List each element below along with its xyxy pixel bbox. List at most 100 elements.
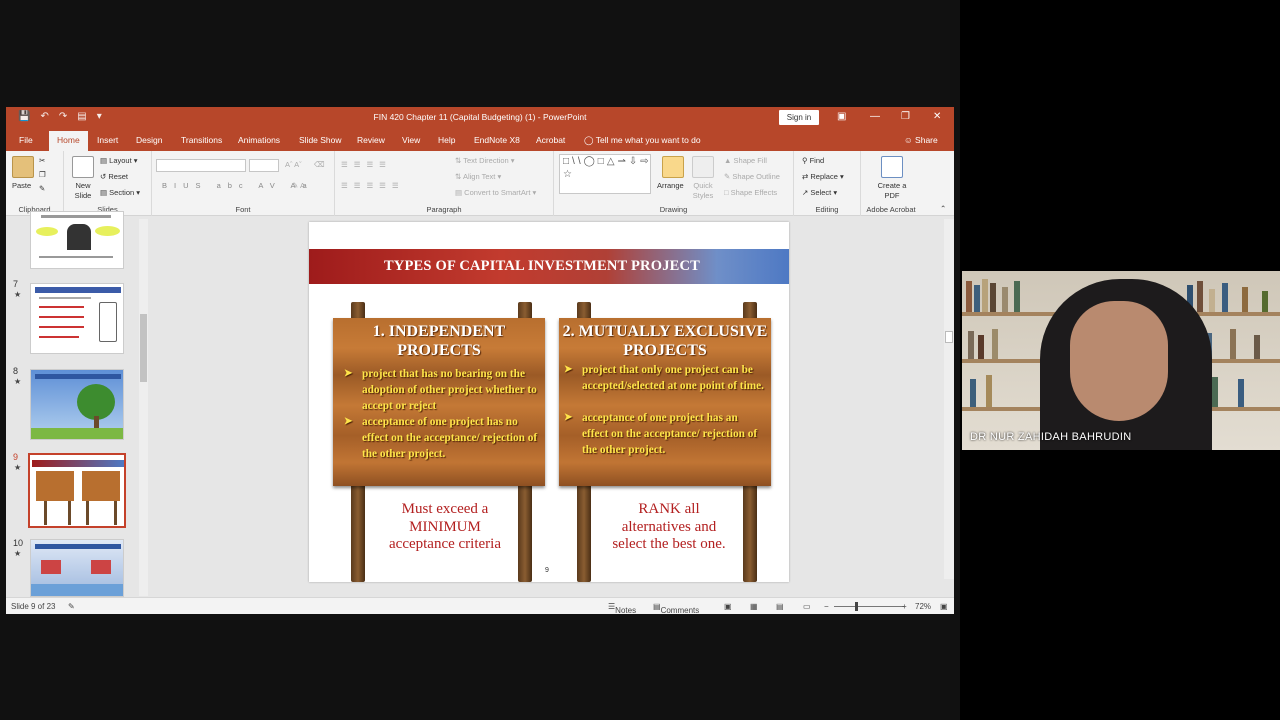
create-pdf-button[interactable]: Create a PDF: [875, 181, 909, 201]
arrange-button[interactable]: Arrange: [657, 181, 684, 190]
font-grow-shrink-icon[interactable]: Aˆ Aˇ: [285, 160, 302, 169]
zoom-slider-thumb[interactable]: [855, 602, 858, 611]
section-button[interactable]: ▤ Section ▾: [100, 188, 140, 197]
shapes-gallery[interactable]: □\\◯□△⇀⇩⇨⟶{}☆: [559, 154, 651, 194]
zoom-slider[interactable]: [834, 606, 904, 607]
text-direction-button[interactable]: ⇅ Text Direction ▾: [455, 156, 515, 165]
share-button[interactable]: ☺ Share: [904, 135, 938, 145]
replace-label: Replace: [810, 172, 838, 181]
quick-styles-icon[interactable]: [692, 156, 714, 178]
close-icon[interactable]: ✕: [933, 111, 941, 122]
tab-view[interactable]: View: [402, 135, 420, 145]
tab-help[interactable]: Help: [438, 135, 455, 145]
slide-page-number: 9: [545, 567, 549, 574]
slide-thumbnail-10[interactable]: [30, 539, 124, 597]
tell-me-search[interactable]: ◯ Tell me what you want to do: [584, 135, 701, 146]
paste-button[interactable]: Paste: [12, 181, 31, 190]
font-name-dropdown[interactable]: [156, 159, 246, 172]
slide-canvas[interactable]: TYPES OF CAPITAL INVESTMENT PROJECT 1. I…: [309, 222, 789, 582]
replace-button[interactable]: ⇄ Replace ▾: [802, 172, 844, 181]
sign-in-button[interactable]: Sign in: [779, 110, 819, 125]
accessibility-icon[interactable]: ✎: [68, 602, 75, 611]
editor-scroll-thumb[interactable]: [945, 331, 953, 343]
editor-scrollbar[interactable]: [944, 219, 954, 579]
collapse-ribbon-icon[interactable]: ⌃: [940, 204, 946, 213]
left-bullet-1[interactable]: ➤ project that has no bearing on the adop…: [344, 366, 540, 414]
comments-button[interactable]: ▤ Comments: [653, 602, 699, 614]
align-buttons[interactable]: ☰☰☰☰☰: [341, 181, 405, 190]
tab-slide-show[interactable]: Slide Show: [299, 135, 342, 145]
create-pdf-icon[interactable]: [881, 156, 903, 178]
mutually-exclusive-heading[interactable]: 2. MUTUALLY EXCLUSIVE PROJECTS: [559, 322, 771, 360]
slide-thumbnail-7[interactable]: [30, 283, 124, 354]
font-color-icon[interactable]: ✎ A: [292, 181, 305, 190]
shape-effects-button[interactable]: □ Shape Effects: [724, 188, 777, 197]
slide-sorter-icon[interactable]: ▦: [750, 602, 758, 611]
notes-button[interactable]: ☰ Notes: [608, 602, 636, 614]
slide-title-banner: TYPES OF CAPITAL INVESTMENT PROJECT: [309, 249, 789, 284]
shape-effects-label: Shape Effects: [730, 188, 778, 197]
slide-show-icon[interactable]: ▭: [803, 602, 811, 611]
reset-label: Reset: [108, 172, 128, 181]
group-acrobat: Create a PDF Adobe Acrobat: [861, 151, 921, 216]
tab-file[interactable]: File: [19, 135, 33, 145]
tab-design[interactable]: Design: [136, 135, 162, 145]
minimize-icon[interactable]: —: [870, 111, 880, 122]
reading-view-icon[interactable]: ▤: [776, 602, 784, 611]
normal-view-icon[interactable]: ▣: [724, 602, 732, 611]
thumbnails-scrollbar[interactable]: [139, 219, 148, 596]
thumbnails-scroll-thumb[interactable]: [140, 314, 147, 382]
slide-thumbnail-6[interactable]: [30, 211, 124, 269]
tab-acrobat[interactable]: Acrobat: [536, 135, 565, 145]
fit-to-window-icon[interactable]: ▣: [940, 602, 948, 611]
group-font: Aˆ Aˇ ⌫ BIUS abc AV Aa ✎ A Font: [152, 151, 335, 216]
reset-button[interactable]: ↺ Reset: [100, 172, 128, 181]
zoom-in-icon[interactable]: +: [902, 602, 907, 611]
font-label: Font: [235, 205, 251, 214]
find-label: Find: [809, 156, 825, 165]
bullet-arrow-icon: ➤: [344, 416, 353, 427]
tab-transitions[interactable]: Transitions: [181, 135, 222, 145]
bullet-arrow-icon: ➤: [344, 368, 353, 379]
arrange-icon[interactable]: [662, 156, 684, 178]
copy-icon[interactable]: ❐: [39, 170, 46, 179]
shared-screen: 💾 ↶ ↷ ▤ ▾ FIN 420 Chapter 11 (Capital Bu…: [0, 0, 960, 720]
layout-button[interactable]: ▤ Layout ▾: [100, 156, 138, 165]
find-button[interactable]: ⚲ Find: [802, 156, 824, 165]
font-size-dropdown[interactable]: [249, 159, 279, 172]
slide-thumbnail-8[interactable]: [30, 369, 124, 440]
tab-insert[interactable]: Insert: [97, 135, 118, 145]
left-bullet-2[interactable]: ➤ acceptance of one project has no effect…: [344, 414, 540, 462]
clear-format-icon[interactable]: ⌫: [314, 160, 325, 169]
font-format-buttons[interactable]: BIUS abc AV Aa: [162, 181, 314, 190]
align-text-button[interactable]: ⇅ Align Text ▾: [455, 172, 501, 181]
right-caption[interactable]: RANK all alternatives and select the bes…: [611, 501, 727, 554]
align-text-label: Align Text: [462, 172, 496, 181]
shape-outline-button[interactable]: ✎ Shape Outline: [724, 172, 780, 181]
cut-icon[interactable]: ✂: [39, 156, 45, 165]
list-buttons[interactable]: ☰☰☰☰: [341, 160, 392, 169]
left-caption[interactable]: Must exceed a MINIMUM acceptance criteri…: [385, 501, 505, 554]
bullet-arrow-icon: ➤: [564, 412, 573, 423]
right-bullet-2[interactable]: ➤ acceptance of one project has an effect…: [564, 410, 764, 458]
tab-endnote[interactable]: EndNote X8: [474, 135, 520, 145]
ribbon-display-icon[interactable]: ▣: [837, 111, 846, 122]
tab-review[interactable]: Review: [357, 135, 385, 145]
tab-home[interactable]: Home: [49, 131, 88, 151]
convert-smartart-button[interactable]: ▤ Convert to SmartArt ▾: [455, 188, 536, 197]
restore-icon[interactable]: ❐: [901, 111, 910, 122]
new-slide-button[interactable]: New Slide: [72, 181, 94, 201]
tab-animations[interactable]: Animations: [238, 135, 280, 145]
zoom-out-icon[interactable]: −: [824, 602, 829, 611]
right-bullet-1[interactable]: ➤ project that only one project can be ac…: [564, 362, 764, 394]
format-painter-icon[interactable]: ✎: [39, 184, 45, 193]
new-slide-icon[interactable]: [72, 156, 94, 178]
zoom-level[interactable]: 72%: [915, 602, 931, 611]
independent-projects-heading[interactable]: 1. INDEPENDENT PROJECTS: [333, 322, 545, 360]
select-button[interactable]: ↗ Select ▾: [802, 188, 837, 197]
shape-fill-button[interactable]: ▲ Shape Fill: [724, 156, 767, 165]
slide-thumbnail-9[interactable]: [28, 453, 126, 528]
quick-styles-button[interactable]: Quick Styles: [688, 181, 718, 201]
slide-title[interactable]: TYPES OF CAPITAL INVESTMENT PROJECT: [309, 258, 775, 275]
paste-icon[interactable]: [12, 156, 34, 178]
